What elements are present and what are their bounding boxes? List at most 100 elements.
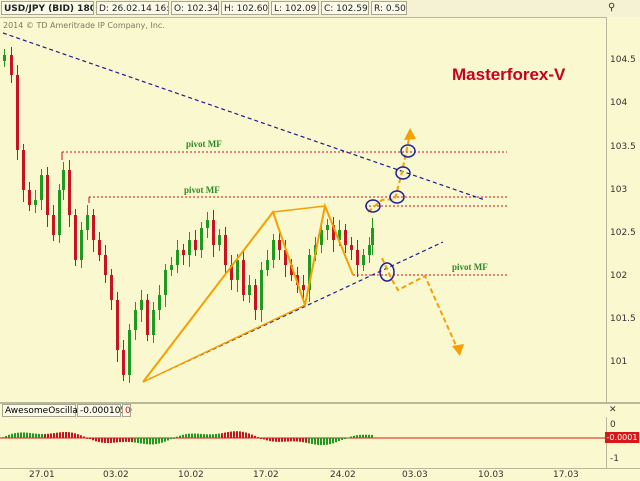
harmonic-base-line [142,304,306,383]
candle-body [236,260,239,280]
candle-body [362,255,365,265]
candle-body [260,270,263,310]
pin-icon[interactable]: ⚲ [608,2,615,13]
oscillator-bar [149,438,151,445]
oscillator-bar [263,438,265,440]
candle-body [218,235,221,245]
candle-body [146,300,149,335]
oscillator-bar [287,438,289,442]
oscillator-bar [335,438,337,443]
candle-body [46,175,49,215]
oscillator-bar [23,432,25,438]
date-tick: 27.01 [29,470,55,480]
oscillator-bar [284,438,286,442]
oscillator-bar [104,438,106,443]
oscillator-bar [167,438,169,441]
candle-body [302,285,305,290]
oscillator-bar [86,437,88,439]
oscillator-bar [302,438,304,443]
oscillator-bar [209,434,211,438]
candle-body [158,295,161,310]
candle-body [86,215,89,230]
oscillator-name[interactable]: AwesomeOscillator [2,404,91,417]
oscillator-bar [83,436,85,438]
oscillator-bar [296,438,298,442]
oscillator-bar [155,438,157,445]
oscillator-bar [344,438,346,439]
pivot-label-middle: pivot MF [184,185,220,195]
osc-tick: 0 [610,420,616,430]
price-chart[interactable] [0,17,606,402]
candle-body [272,240,275,260]
oscillator-bar [179,435,181,438]
oscillator-bar [269,438,271,442]
oscillator-bar [188,433,190,438]
harmonic-base-line [272,205,326,213]
oscillator-bar [278,438,280,442]
candle-body [350,245,353,250]
oscillator-bar [251,434,253,438]
ohlc-header: USD/JPY (BID) 180 d 4h D: 26.02.14 16:00… [0,0,640,18]
oscillator-bar [275,438,277,442]
oscillator-bar [248,433,250,438]
candle-body [68,170,71,215]
oscillator-bar [299,438,301,442]
oscillator-bar [332,438,334,444]
oscillator-bar [242,431,244,438]
candle-body [152,310,155,335]
close-icon[interactable]: ✕ [609,405,617,415]
pivot-label-upper: pivot MF [186,139,222,149]
symbol-label[interactable]: USD/JPY (BID) 180 d 4h [1,1,94,15]
candle-body [368,245,371,255]
oscillator-bar [146,438,148,445]
oscillator-bar [113,438,115,443]
price-axis: 104.5 104 103.5 103 102.5 102 101.5 101 [606,17,640,404]
candle-body [62,170,65,190]
candle-body [28,190,31,205]
oscillator-bar [20,432,22,438]
candle-body [92,215,95,240]
candle-body [371,228,374,245]
oscillator-bar [329,438,331,445]
close-readout: C: 102.59 [321,1,369,15]
candle-body [34,200,37,205]
oscillator-bar [338,438,340,442]
oscillator-bar [2,437,4,439]
oscillator-bar [194,433,196,438]
oscillator-bar [233,431,235,438]
oscillator-bar [125,438,127,442]
oscillator-bar [170,438,172,440]
oscillator-bar [245,432,247,438]
oscillator-bar [272,438,274,442]
oscillator-bar [182,434,184,438]
oscillator-bar [128,438,130,442]
oscillator-bar [350,436,352,438]
oscillator-value: -0.0001059 [77,404,132,417]
oscillator-bar [185,434,187,438]
oscillator-bar [320,438,322,446]
oscillator-bar [371,434,373,438]
chart-window: USD/JPY (BID) 180 d 4h D: 26.02.14 16:00… [0,0,640,481]
oscillator-bar [356,435,358,438]
candle-body [40,175,43,200]
oscillator-bar [290,438,292,442]
oscillator-bar [203,434,205,438]
oscillator-chart[interactable] [0,417,606,468]
price-tick: 101 [610,357,628,367]
candle-body [22,150,25,190]
candle-body [80,230,83,260]
oscillator-bar [98,438,100,443]
breakdown-ellipse [379,262,395,282]
oscillator-bar [293,438,295,442]
candle-body [122,350,125,375]
date-axis: 27.01 03.02 10.02 17.02 24.02 03.03 10.0… [0,468,640,481]
oscillator-bar [281,438,283,442]
oscillator-bar [266,438,268,441]
oscillator-bar [215,433,217,438]
price-tick: 104 [610,98,628,108]
candle-body [326,225,329,230]
oscillator-bar [311,438,313,444]
oscillator-bar [77,434,79,438]
candle-body [98,240,101,255]
candle-body [182,250,185,255]
